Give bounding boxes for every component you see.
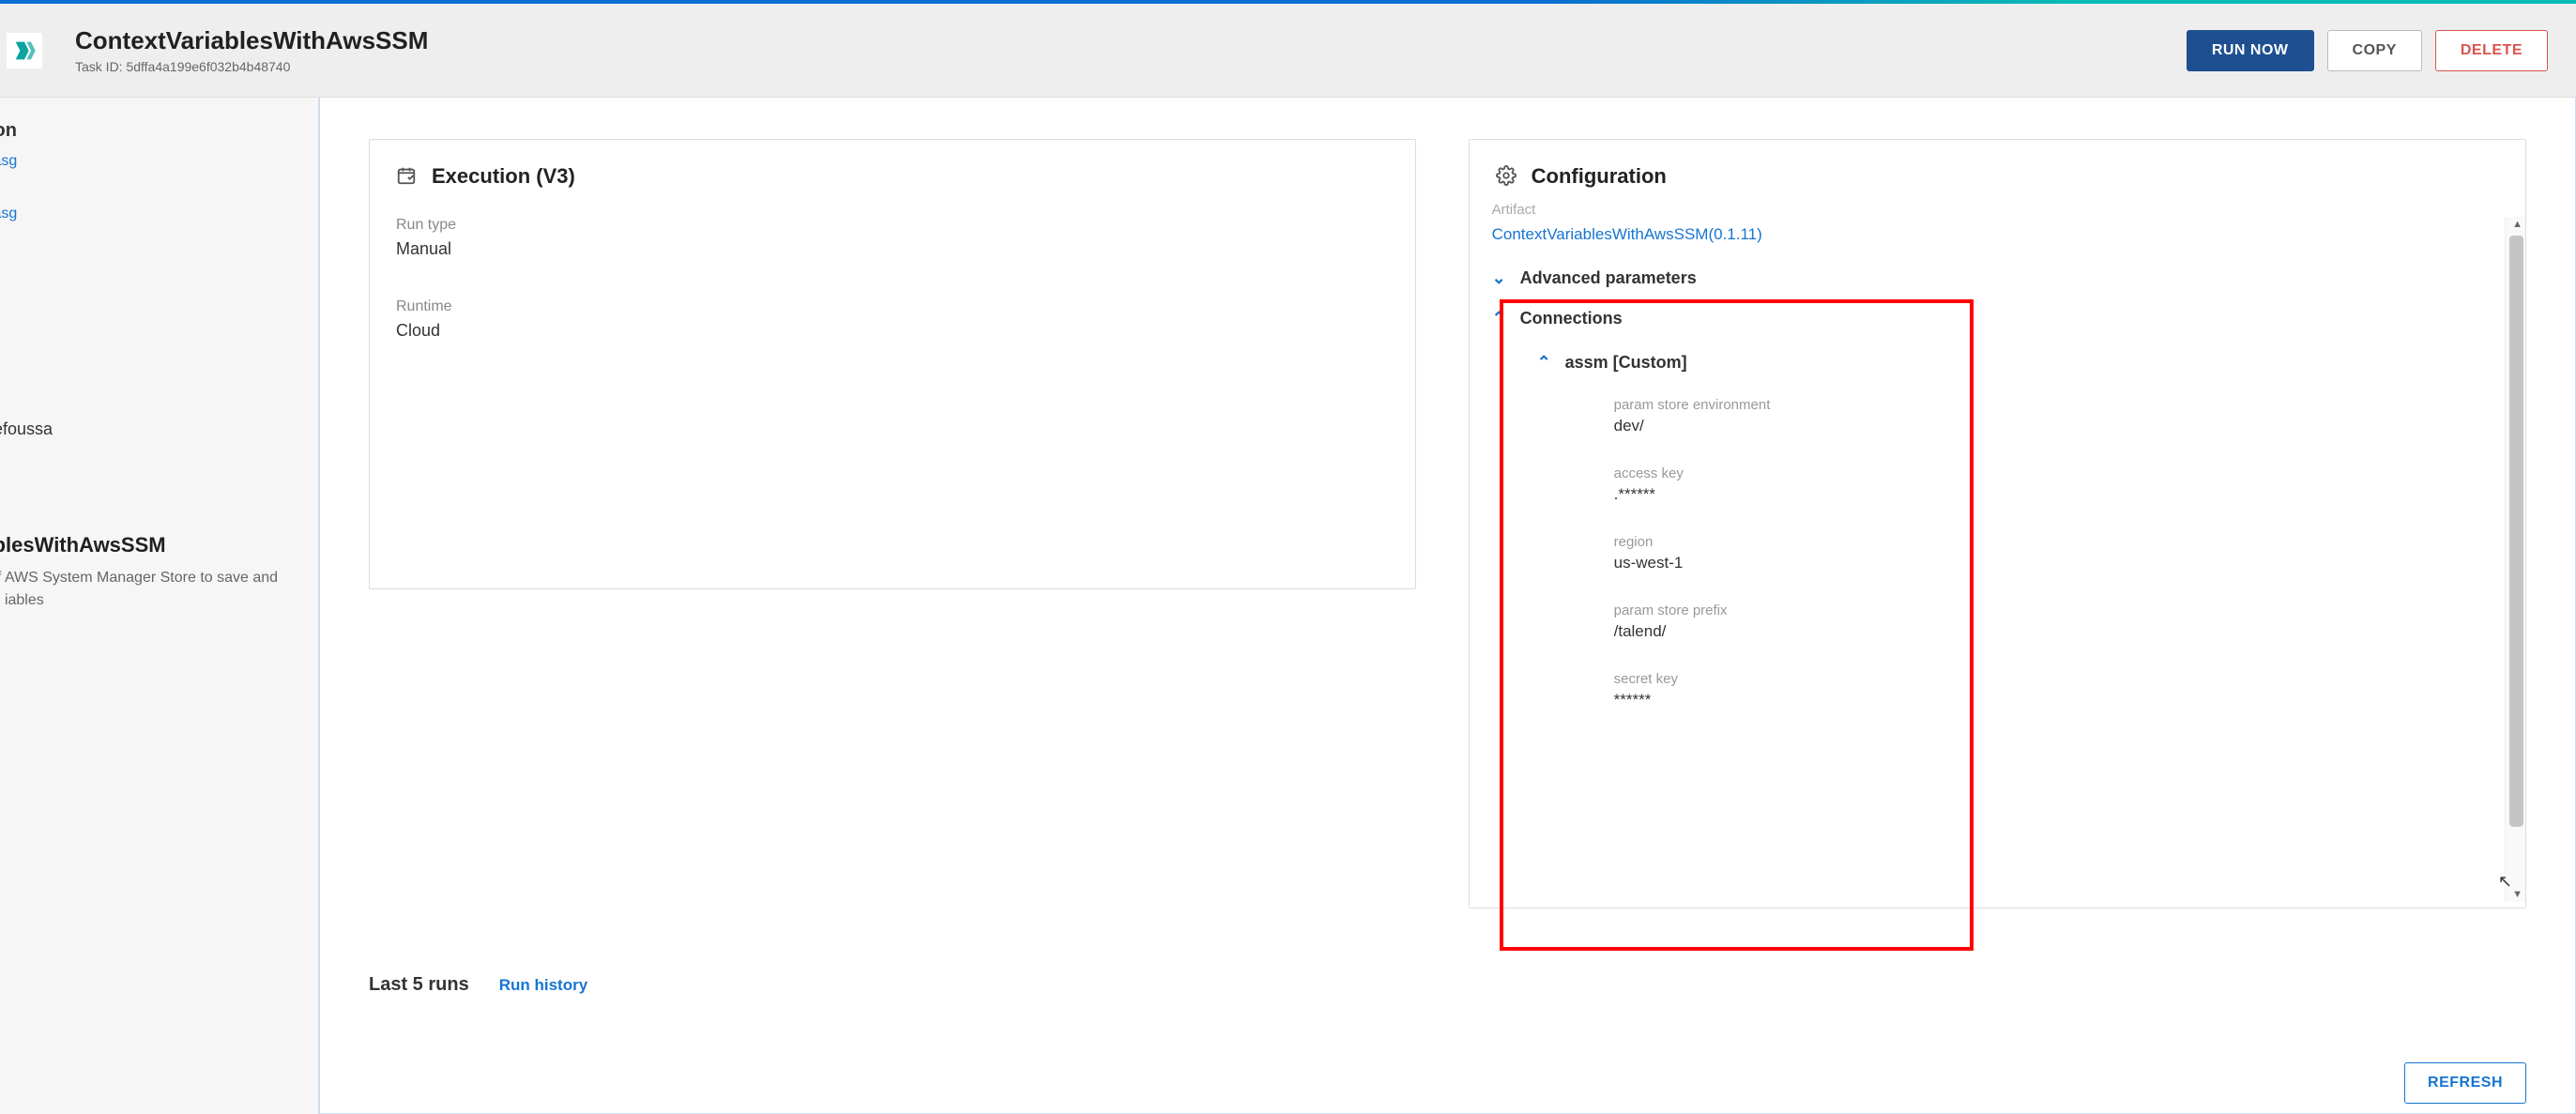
param-value: dev/: [1614, 417, 2503, 435]
execution-title: Execution (V3): [432, 164, 575, 189]
param-value: /talend/: [1614, 622, 2503, 641]
scroll-down-arrow-icon[interactable]: ▼: [2512, 889, 2523, 900]
page-header: ContextVariablesWithAwsSSM Task ID: 5dff…: [0, 4, 2576, 98]
gear-icon: [1496, 165, 1517, 189]
connections-label: Connections: [1520, 309, 1623, 328]
sidebar-link[interactable]: .asg: [0, 153, 299, 170]
sidebar: ion .asg .asg ukefoussa VariablesWithAws…: [0, 98, 319, 1114]
task-id: Task ID: 5dffa4a199e6f032b4b48740: [75, 59, 2187, 74]
artifact-link[interactable]: ContextVariablesWithAwsSSM(0.1.11): [1492, 225, 2503, 244]
connections-row[interactable]: ⌃ Connections: [1492, 303, 2503, 334]
param-label: region: [1614, 534, 2503, 550]
param-label: secret key: [1614, 671, 2503, 687]
chevron-down-icon: ⌄: [1492, 268, 1505, 288]
delete-button[interactable]: DELETE: [2435, 30, 2548, 71]
run-type-label: Run type: [396, 217, 1389, 234]
param-label: param store environment: [1614, 397, 2503, 413]
run-type-value: Manual: [396, 239, 1389, 259]
configuration-title: Configuration: [1532, 164, 1667, 189]
param-value: .******: [1614, 485, 2503, 504]
last-runs-title: Last 5 runs: [369, 974, 469, 996]
connection-name: assm [Custom]: [1565, 353, 1687, 373]
artifact-label: Artifact: [1492, 202, 2503, 218]
configuration-panel: Configuration Artifact ContextVariablesW…: [1469, 139, 2526, 908]
calendar-icon: [396, 165, 417, 189]
runtime-value: Cloud: [396, 321, 1389, 341]
mouse-cursor-icon: ↖: [2498, 872, 2512, 892]
advanced-params-row[interactable]: ⌄ Advanced parameters: [1492, 263, 2503, 294]
chevron-up-icon: ⌃: [1492, 309, 1505, 328]
run-history-link[interactable]: Run history: [499, 976, 587, 995]
param-value: ******: [1614, 691, 2503, 710]
user-name: ukefoussa: [0, 420, 299, 439]
sidebar-heading: ion: [0, 120, 299, 142]
artifact-name: VariablesWithAwsSSM: [0, 533, 299, 557]
artifact-description: usage of AWS System Manager Store to sav…: [0, 567, 299, 612]
scrollbar-track[interactable]: ▲ ▼: [2505, 217, 2525, 902]
copy-button[interactable]: COPY: [2327, 30, 2422, 71]
advanced-params-label: Advanced parameters: [1520, 268, 1697, 288]
param-label: param store prefix: [1614, 603, 2503, 618]
execution-panel: Execution (V3) Run type Manual Runtime C…: [369, 139, 1416, 589]
scroll-up-arrow-icon[interactable]: ▲: [2512, 219, 2523, 230]
connection-item-row[interactable]: ⌃ assm [Custom]: [1537, 347, 2503, 378]
scrollbar-thumb[interactable]: [2509, 236, 2523, 827]
sidebar-link[interactable]: .asg: [0, 206, 299, 222]
run-now-button[interactable]: RUN NOW: [2187, 30, 2314, 71]
refresh-button[interactable]: REFRESH: [2404, 1062, 2526, 1104]
runtime-label: Runtime: [396, 298, 1389, 315]
main-content: Execution (V3) Run type Manual Runtime C…: [319, 98, 2576, 1114]
param-value: us-west-1: [1614, 554, 2503, 572]
page-title: ContextVariablesWithAwsSSM: [75, 26, 2187, 55]
param-label: access key: [1614, 465, 2503, 481]
chevron-up-icon: ⌃: [1537, 353, 1550, 373]
app-logo: [6, 32, 43, 69]
